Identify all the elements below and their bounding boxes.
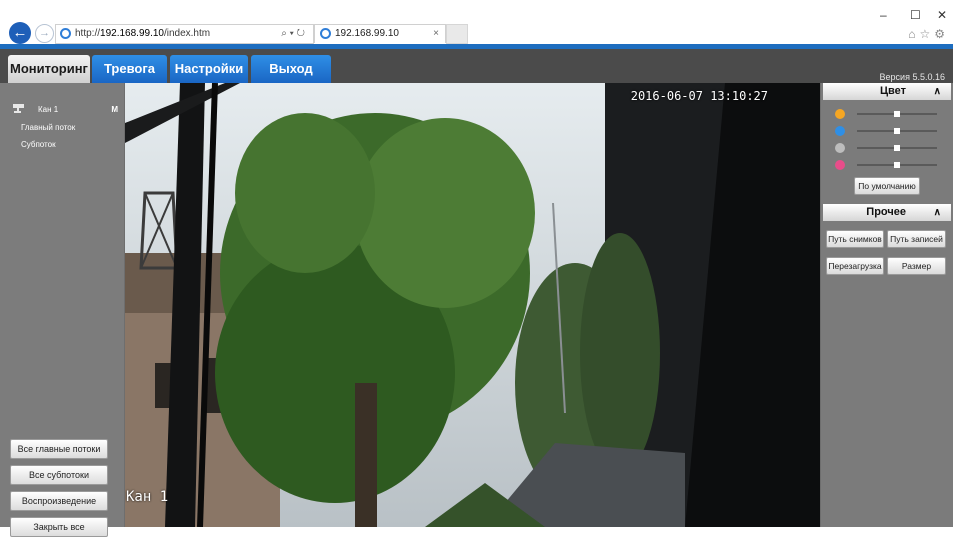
tab-monitoring[interactable]: Мониторинг [8, 55, 90, 83]
video-feed[interactable]: 2016-06-07 13:10:27 Кан 1 [125, 83, 820, 527]
slider-knob[interactable] [894, 128, 900, 134]
saturation-icon [835, 143, 845, 153]
hue-icon [835, 160, 845, 170]
default-button[interactable]: По умолчанию [854, 177, 920, 195]
color-panel-header[interactable]: Цвет ∧ [823, 83, 951, 100]
contrast-slider[interactable] [835, 126, 943, 136]
other-panel-title: Прочее [866, 206, 906, 218]
version-label: Версия 5.5.0.16 [879, 72, 945, 82]
all-main-streams-button[interactable]: Все главные потоки [10, 439, 108, 459]
stream-sub[interactable]: Субпоток [21, 140, 56, 149]
slider-knob[interactable] [894, 145, 900, 151]
size-button[interactable]: Размер [887, 257, 946, 275]
channel-item[interactable]: Кан 1 M [12, 103, 118, 117]
tab-alarm[interactable]: Тревога [92, 55, 167, 83]
brightness-icon [835, 109, 845, 119]
saturation-slider[interactable] [835, 143, 943, 153]
playback-button[interactable]: Воспроизведение [10, 491, 108, 511]
home-star-gear-icons[interactable]: ⌂☆⚙ [908, 27, 949, 41]
tab-title: 192.168.99.10 [335, 28, 399, 39]
forward-arrow-icon: → [39, 27, 50, 39]
minimize-icon[interactable]: – [880, 8, 887, 22]
video-channel-label: Кан 1 [126, 489, 169, 505]
collapse-icon[interactable]: ∧ [934, 83, 941, 100]
snapshot-path-button[interactable]: Путь снимков [826, 230, 884, 248]
ie-icon [320, 28, 331, 39]
camera-icon [13, 104, 24, 113]
channel-flag: M [111, 105, 118, 114]
browser-tab[interactable]: 192.168.99.10 × [314, 24, 446, 43]
hue-slider[interactable] [835, 160, 943, 170]
maximize-icon[interactable]: ☐ [910, 8, 921, 22]
other-panel-header[interactable]: Прочее ∧ [823, 204, 951, 221]
slider-track[interactable] [857, 128, 937, 134]
slider-track[interactable] [857, 111, 937, 117]
close-window-icon[interactable]: ✕ [937, 8, 947, 22]
close-all-button[interactable]: Закрыть все [10, 517, 108, 537]
stream-main[interactable]: Главный поток [21, 123, 75, 132]
contrast-icon [835, 126, 845, 136]
forward-button[interactable]: → [35, 24, 54, 43]
address-bar[interactable]: http://192.168.99.10/index.htm ⌕ ▾ ↻ [55, 24, 314, 44]
slider-track[interactable] [857, 145, 937, 151]
slider-knob[interactable] [894, 111, 900, 117]
back-arrow-icon: ← [12, 24, 28, 41]
address-url: http://192.168.99.10/index.htm [75, 28, 211, 39]
new-tab-button[interactable] [446, 24, 468, 44]
slider-knob[interactable] [894, 162, 900, 168]
reboot-button[interactable]: Перезагрузка [826, 257, 884, 275]
record-path-button[interactable]: Путь записей [887, 230, 946, 248]
browser-chrome: ← → http://192.168.99.10/index.htm ⌕ ▾ ↻… [0, 0, 953, 44]
search-refresh-icons[interactable]: ⌕ ▾ ↻ [281, 25, 305, 43]
ie-icon [60, 28, 71, 39]
app: Мониторинг Тревога Настройки Выход Верси… [0, 49, 953, 537]
top-navigation: Мониторинг Тревога Настройки Выход Верси… [0, 49, 953, 83]
video-timestamp: 2016-06-07 13:10:27 [630, 89, 768, 103]
back-button[interactable]: ← [9, 22, 31, 44]
tab-exit[interactable]: Выход [251, 55, 331, 83]
close-tab-icon[interactable]: × [433, 25, 439, 43]
control-panel: Цвет ∧ По умолчанию Прочее ∧ Путь снимко… [821, 83, 953, 527]
collapse-icon[interactable]: ∧ [934, 204, 941, 221]
brightness-slider[interactable] [835, 109, 943, 119]
tab-settings[interactable]: Настройки [170, 55, 248, 83]
camera-image [125, 83, 820, 527]
channel-sidebar: Кан 1 M Главный поток Субпоток Все главн… [0, 83, 124, 537]
slider-track[interactable] [857, 162, 937, 168]
all-sub-streams-button[interactable]: Все субпотоки [10, 465, 108, 485]
color-panel-title: Цвет [879, 85, 906, 97]
channel-label: Кан 1 [38, 105, 59, 114]
